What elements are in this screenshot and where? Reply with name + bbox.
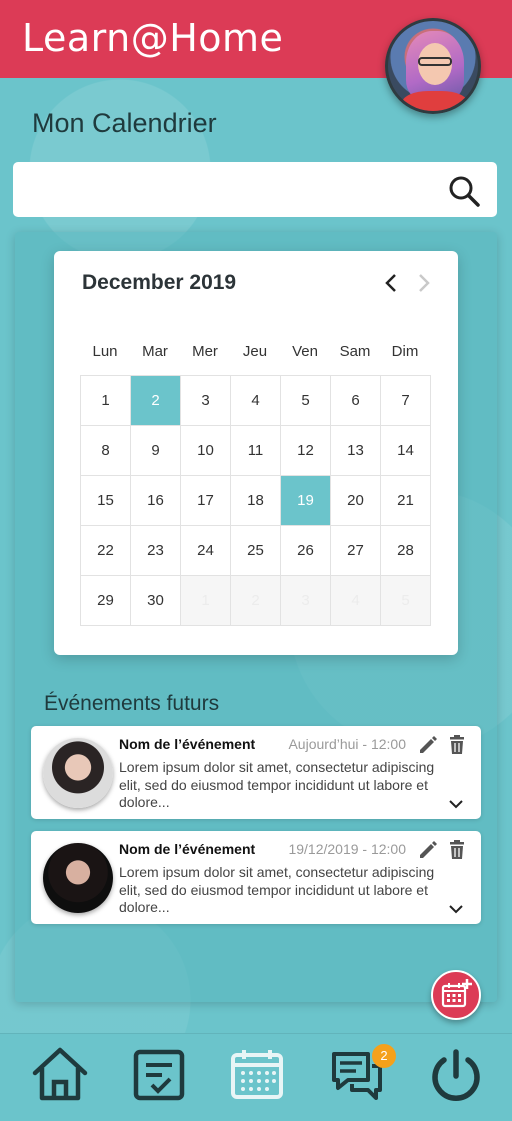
calendar-day[interactable]: 9 [131,426,181,476]
home-icon[interactable] [30,1045,90,1105]
calendar-day-outside: 1 [181,576,231,626]
calendar-add-icon [441,979,472,1008]
calendar-day[interactable]: 13 [331,426,381,476]
search-icon[interactable] [447,174,481,208]
calendar-day[interactable]: 26 [281,526,331,576]
calendar-day[interactable]: 1 [81,376,131,426]
calendar-day[interactable]: 22 [81,526,131,576]
calendar-day[interactable]: 25 [231,526,281,576]
weekday-label: Ven [292,343,318,360]
event-avatar [43,738,113,808]
calendar-day[interactable]: 3 [181,376,231,426]
power-icon[interactable] [426,1046,486,1106]
event-name: Nom de l’événement [119,841,256,857]
calendar-day[interactable]: 20 [331,476,381,526]
event-date: 19/12/2019 - 12:00 [288,841,406,857]
edit-icon[interactable] [417,839,439,861]
calendar-day[interactable]: 2 [131,376,181,426]
calendar-day-outside: 2 [231,576,281,626]
calendar-day-outside: 5 [381,576,431,626]
calendar-day[interactable]: 27 [331,526,381,576]
weekday-label: Mer [192,343,218,360]
calendar-day[interactable]: 29 [81,576,131,626]
calendar-day[interactable]: 24 [181,526,231,576]
edit-icon[interactable] [417,734,439,756]
weekday-label: Mar [142,343,168,360]
event-date: Aujourd’hui - 12:00 [288,736,406,752]
add-event-button[interactable] [431,970,481,1020]
trash-icon[interactable] [447,734,467,756]
trash-icon[interactable] [447,839,467,861]
calendar-day[interactable]: 19 [281,476,331,526]
chat-badge: 2 [372,1044,396,1068]
chevron-down-icon[interactable] [448,798,464,810]
calendar-day[interactable]: 11 [231,426,281,476]
event-card[interactable]: Nom de l’événement Aujourd’hui - 12:00 L… [31,726,481,819]
calendar-day[interactable]: 16 [131,476,181,526]
weekday-label: Sam [339,343,371,360]
calendar-grid: 1 2 3 4 5 6 7 8 9 10 11 12 13 14 15 16 17 18 19 20 21 22 23 24 2… [80,375,431,626]
calendar-day[interactable]: 12 [281,426,331,476]
calendar-day[interactable]: 7 [381,376,431,426]
weekday-header: Lun Mar Mer Jeu Ven Sam Dim [80,343,430,363]
calendar-day[interactable]: 18 [231,476,281,526]
calendar-day-outside: 3 [281,576,331,626]
event-card[interactable]: Nom de l’événement 19/12/2019 - 12:00 Lo… [31,831,481,924]
calendar-day[interactable]: 5 [281,376,331,426]
calendar-day[interactable]: 14 [381,426,431,476]
calendar-icon[interactable] [228,1045,288,1105]
calendar-card: December 2019 Lun Mar Mer Jeu Ven Sam Dim 1234… [54,251,458,655]
calendar-day[interactable]: 8 [81,426,131,476]
calendar-day-outside: 4 [331,576,381,626]
user-avatar[interactable] [385,18,481,114]
calendar-day[interactable]: 21 [381,476,431,526]
chevron-left-icon[interactable] [380,271,404,295]
event-description: Lorem ipsum dolor sit amet, consectetur … [119,864,435,915]
calendar-day[interactable]: 28 [381,526,431,576]
calendar-day[interactable]: 6 [331,376,381,426]
event-description: Lorem ipsum dolor sit amet, consectetur … [119,759,435,810]
search-bar [13,162,497,217]
chevron-right-icon[interactable] [411,271,435,295]
calendar-day[interactable]: 17 [181,476,231,526]
page-title: Mon Calendrier [32,108,217,138]
calendar-day[interactable]: 30 [131,576,181,626]
weekday-label: Jeu [242,343,268,360]
calendar-day[interactable]: 10 [181,426,231,476]
event-avatar [43,843,113,913]
weekday-label: Dim [391,343,419,360]
calendar-day[interactable]: 4 [231,376,281,426]
calendar-day[interactable]: 23 [131,526,181,576]
app-title: Learn@Home [22,16,284,60]
calendar-month-label: December 2019 [82,271,237,294]
weekday-label: Lun [92,343,118,360]
calendar-day[interactable]: 15 [81,476,131,526]
tasks-icon[interactable] [130,1045,190,1105]
event-name: Nom de l’événement [119,736,256,752]
events-section-title: Événements futurs [44,692,220,715]
search-input[interactable] [25,170,445,208]
chevron-down-icon[interactable] [448,903,464,915]
